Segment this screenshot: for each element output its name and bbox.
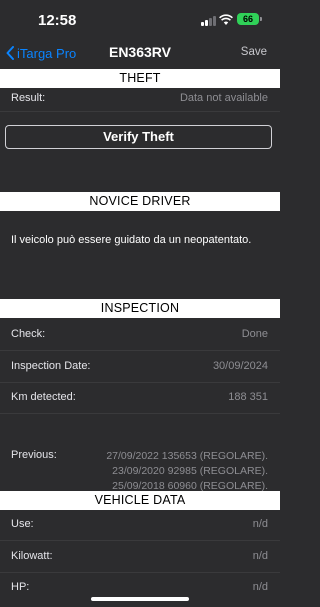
inspection-check-label: Check:: [11, 328, 46, 340]
inspection-previous-list: 27/09/2022 135653 (REGOLARE). 23/09/2020…: [106, 449, 268, 494]
divider: [0, 572, 280, 573]
inspection-date-label: Inspection Date:: [11, 360, 91, 372]
section-header-theft: THEFT: [0, 69, 280, 88]
back-button-label: iTarga Pro: [17, 45, 77, 61]
inspection-km-value: 188 351: [228, 391, 268, 403]
theft-result-label: Result:: [11, 92, 46, 104]
vehicle-use-label: Use:: [11, 518, 34, 530]
inspection-check-value: Done: [241, 328, 268, 340]
divider: [0, 540, 280, 541]
vehicle-hp-label: HP:: [11, 581, 30, 593]
inspection-previous-label: Previous:: [11, 449, 57, 461]
navigation-bar: EN363RV iTarga Pro Save: [0, 36, 280, 70]
inspection-previous-item: 23/09/2020 92985 (REGOLARE).: [112, 465, 268, 477]
inspection-date-value: 30/09/2024: [212, 360, 268, 372]
divider: [0, 413, 280, 414]
vehicle-kilowatt-row: Kilowatt: n/d: [0, 550, 280, 570]
battery-icon: 66: [237, 13, 262, 25]
status-time: 12:58: [38, 12, 77, 29]
inspection-km-row: Km detected: 188 351: [0, 391, 280, 411]
section-header-inspection: INSPECTION: [0, 299, 280, 318]
theft-result-value: Data not available: [179, 92, 268, 104]
status-bar: 12:58 66: [0, 0, 280, 36]
theft-result-row: Result: Data not available: [0, 92, 280, 112]
inspection-km-label: Km detected:: [11, 391, 76, 403]
inspection-previous-item: 27/09/2022 135653 (REGOLARE).: [106, 450, 268, 462]
section-header-vehicle-data: VEHICLE DATA: [0, 491, 280, 510]
novice-driver-text: Il veicolo può essere guidato da un neop…: [11, 234, 252, 246]
vehicle-kilowatt-value: n/d: [252, 550, 268, 562]
save-button[interactable]: Save: [241, 46, 267, 58]
divider: [0, 350, 280, 351]
divider: [0, 111, 280, 112]
inspection-check-row: Check: Done: [0, 328, 280, 348]
divider: [0, 382, 280, 383]
section-header-novice-driver: NOVICE DRIVER: [0, 192, 280, 211]
cellular-signal-icon: [201, 16, 217, 26]
verify-theft-button[interactable]: Verify Theft: [5, 125, 272, 149]
inspection-date-row: Inspection Date: 30/09/2024: [0, 360, 280, 380]
vehicle-use-value: n/d: [252, 518, 268, 530]
chevron-left-icon: [6, 46, 14, 60]
vehicle-kilowatt-label: Kilowatt:: [11, 550, 53, 562]
home-indicator[interactable]: [91, 597, 189, 601]
vehicle-use-row: Use: n/d: [0, 518, 280, 538]
back-button[interactable]: iTarga Pro: [6, 44, 76, 62]
wifi-icon: [219, 14, 233, 25]
vehicle-hp-value: n/d: [252, 581, 268, 593]
